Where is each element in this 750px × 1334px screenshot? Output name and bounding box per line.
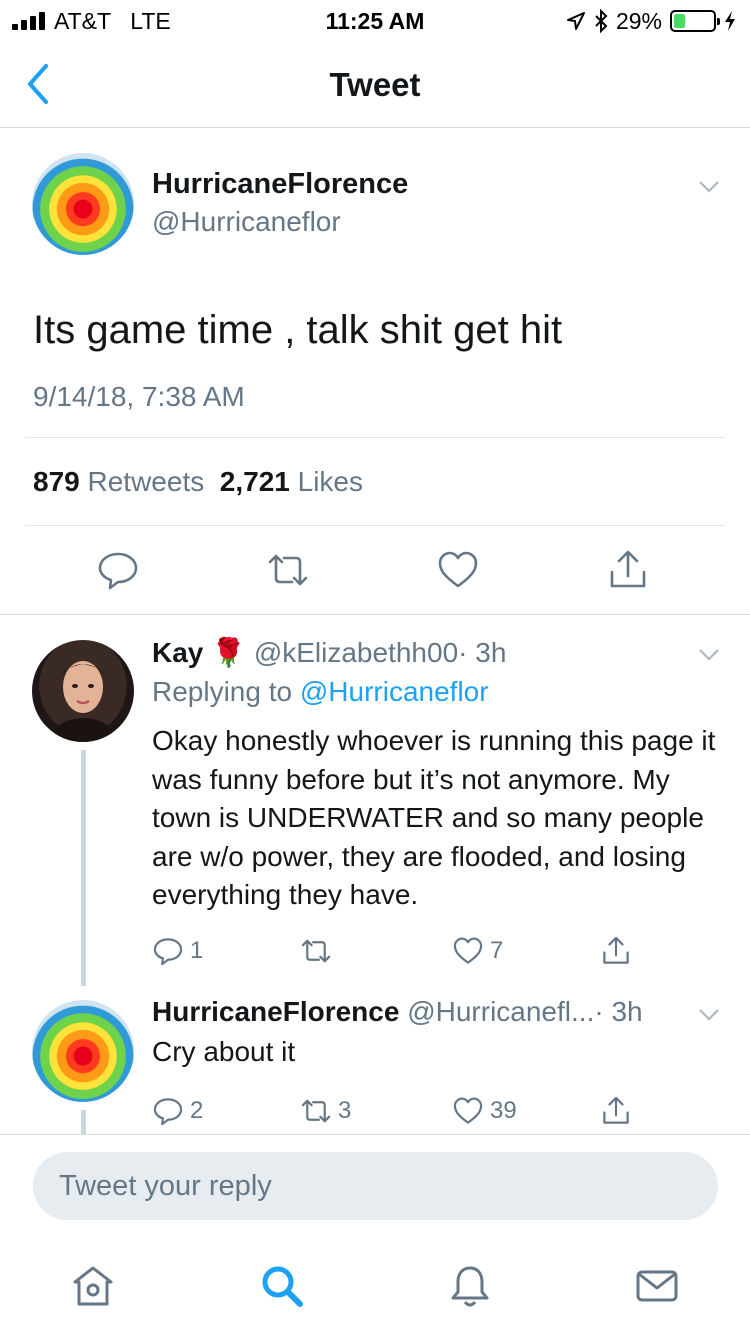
retweet-icon	[301, 1099, 331, 1123]
share-icon	[603, 1096, 629, 1124]
messages-icon[interactable]	[633, 1262, 681, 1310]
reply-icon	[153, 938, 183, 966]
retweet-icon	[301, 939, 331, 963]
like-icon	[453, 1097, 483, 1124]
nav-bar: Tweet	[0, 40, 750, 128]
notifications-icon[interactable]	[446, 1262, 494, 1310]
home-icon[interactable]	[69, 1262, 117, 1310]
author-avatar[interactable]	[32, 153, 134, 255]
replying-prefix: Replying to	[152, 676, 293, 707]
reply-text: Okay honestly whoever is running this pa…	[152, 725, 716, 910]
share-action[interactable]	[600, 1094, 632, 1128]
reply-count: 2	[190, 1097, 204, 1124]
chevron-down-icon[interactable]	[698, 1008, 720, 1022]
like-action[interactable]: 7	[452, 934, 503, 968]
retweet-label[interactable]: Retweets	[88, 466, 205, 497]
reply-time: · 3h	[594, 996, 643, 1027]
reply-action[interactable]: 1	[152, 934, 203, 968]
reply-icon[interactable]	[96, 548, 140, 592]
battery-icon	[670, 10, 720, 32]
search-icon[interactable]	[258, 1262, 306, 1310]
reply-author-handle[interactable]: @Hurricanefl...	[407, 996, 594, 1027]
share-action[interactable]	[600, 934, 632, 968]
battery-level-fill	[674, 14, 686, 28]
like-count: 2,721	[219, 466, 290, 497]
author-name[interactable]: HurricaneFlorence	[152, 168, 408, 201]
battery-percent: 29%	[615, 7, 662, 34]
reply-author-handle[interactable]: @kElizabethh00	[254, 637, 458, 668]
divider	[25, 437, 725, 438]
replying-mention[interactable]: @Hurricaneflor	[300, 676, 489, 707]
rose-emoji: 🌹	[211, 637, 247, 668]
reply-time: · 3h	[458, 637, 507, 668]
tweet-text: Its game time , talk shit get hit	[33, 308, 563, 352]
retweet-icon[interactable]	[266, 548, 310, 592]
thread-line	[81, 750, 86, 986]
status-right-group: 29%	[566, 6, 736, 36]
reply-count: 1	[190, 937, 204, 964]
author-handle[interactable]: @Hurricaneflor	[152, 206, 341, 238]
reply-input[interactable]	[33, 1152, 718, 1220]
retweet-action[interactable]	[300, 934, 338, 968]
reply-header: Kay 🌹 @kElizabethh00· 3h	[152, 636, 506, 669]
share-icon	[603, 936, 629, 964]
tweet-timestamp: 9/14/18, 7:38 AM	[33, 381, 245, 412]
like-icon	[453, 937, 483, 964]
replying-to: Replying to @Hurricaneflor	[152, 676, 489, 708]
page-title: Tweet	[329, 66, 421, 103]
like-icon[interactable]	[436, 548, 480, 592]
like-action[interactable]: 39	[452, 1094, 517, 1128]
reply-header: HurricaneFlorence @Hurricanefl...· 3h	[152, 996, 643, 1028]
divider	[25, 525, 725, 526]
like-count: 39	[490, 1097, 517, 1124]
reply-author-name[interactable]: Kay	[152, 637, 203, 668]
thread-line	[81, 1110, 86, 1134]
share-icon[interactable]	[606, 548, 650, 592]
bluetooth-icon	[595, 9, 608, 33]
chevron-down-icon[interactable]	[698, 648, 720, 662]
reply-avatar[interactable]	[32, 1000, 134, 1102]
reply-avatar[interactable]	[32, 640, 134, 742]
reply-text: Cry about it	[152, 1036, 296, 1067]
divider	[0, 614, 750, 615]
reply-author-name[interactable]: HurricaneFlorence	[152, 996, 399, 1027]
reply-icon	[153, 1098, 183, 1126]
status-bar: AT&T LTE 11:25 AM 29%	[0, 0, 750, 40]
retweet-action[interactable]: 3	[300, 1094, 351, 1128]
reply-action[interactable]: 2	[152, 1094, 203, 1128]
retweet-count: 879	[33, 466, 80, 497]
chevron-down-icon[interactable]	[698, 180, 720, 194]
like-label[interactable]: Likes	[298, 466, 363, 497]
like-count: 7	[490, 937, 504, 964]
person-photo	[51, 661, 115, 742]
retweet-count: 3	[338, 1097, 352, 1124]
charging-icon	[725, 11, 735, 31]
tweet-stats: 879 Retweets 2,721 Likes	[33, 466, 363, 498]
location-icon	[566, 12, 585, 30]
